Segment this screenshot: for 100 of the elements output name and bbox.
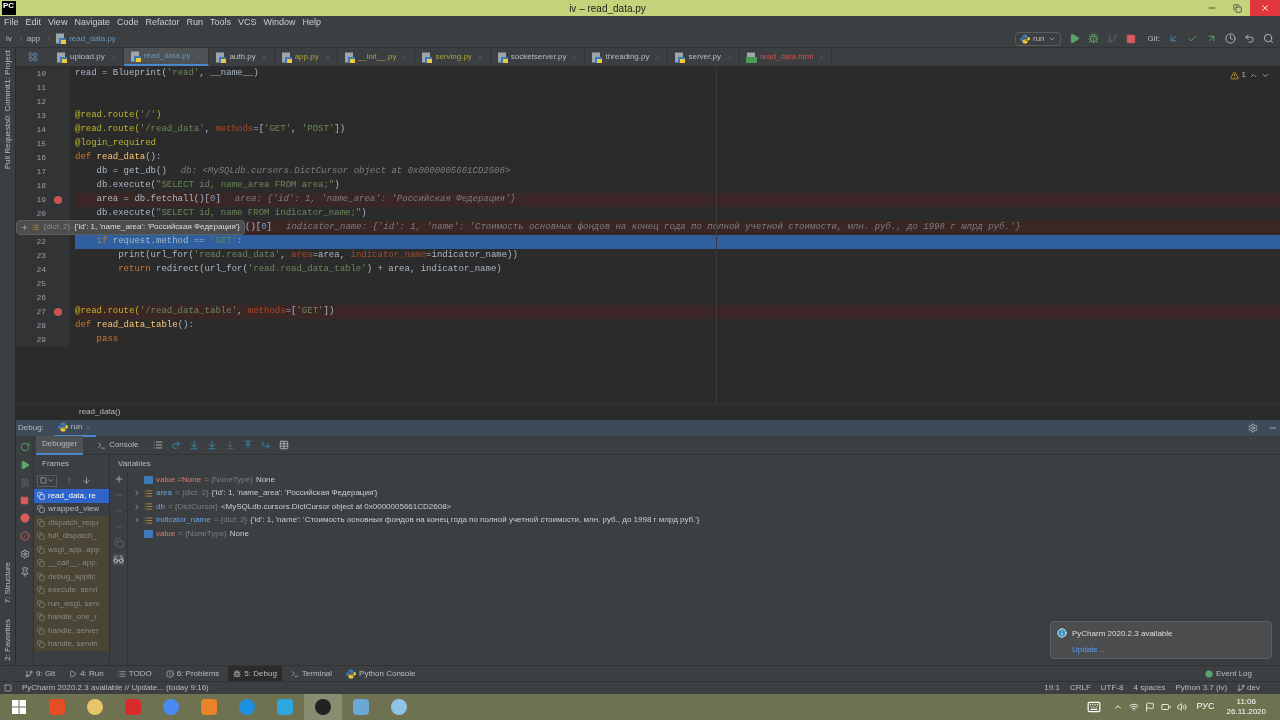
search-icon[interactable] <box>1263 33 1274 44</box>
tool-window-tab[interactable]: 7: Structure <box>1 561 14 604</box>
tool-window-button[interactable]: 9: Git <box>20 665 61 682</box>
network-icon[interactable] <box>1128 702 1139 712</box>
tool-window-button[interactable]: Python Console <box>341 665 421 682</box>
settings-icon[interactable] <box>1248 423 1258 433</box>
close-icon[interactable] <box>818 53 826 61</box>
flag-icon[interactable] <box>1144 702 1155 712</box>
close-icon[interactable] <box>571 53 579 61</box>
arrow-down-to-line-icon[interactable] <box>224 440 235 450</box>
menu-item[interactable]: VCS <box>238 16 257 30</box>
close-icon[interactable] <box>109 53 117 61</box>
close-icon[interactable] <box>654 53 662 61</box>
editor-breadcrumb[interactable]: read_data() <box>79 406 121 418</box>
settings-icon[interactable] <box>19 549 30 559</box>
stop-icon[interactable] <box>20 496 29 505</box>
menu-item[interactable]: Help <box>302 16 322 30</box>
plus-icon[interactable] <box>113 474 124 484</box>
keyboard-icon[interactable] <box>1086 700 1101 714</box>
clock-date[interactable]: 26.11.2020 <box>1226 707 1266 717</box>
tab-label[interactable]: server.py <box>688 51 721 63</box>
undo-icon[interactable] <box>1244 33 1255 44</box>
tool-window-button[interactable]: Terminal <box>285 665 338 682</box>
event-log-button[interactable]: Event Log <box>1204 667 1252 680</box>
status-item[interactable]: 4 spaces <box>1133 682 1166 694</box>
tab-list-icon[interactable] <box>28 52 38 62</box>
menu-item[interactable]: Edit <box>25 16 42 30</box>
plus-icon[interactable] <box>21 222 29 232</box>
tool-window-tab[interactable]: 2: Favorites <box>1 619 14 661</box>
close-button[interactable] <box>1250 0 1280 16</box>
copy-icon[interactable] <box>113 538 124 548</box>
restore-icon[interactable] <box>1233 3 1242 13</box>
mute-breakpoints-icon[interactable] <box>19 531 30 541</box>
menu-item[interactable]: Run <box>186 16 203 30</box>
rerun-icon[interactable] <box>19 442 30 452</box>
debugger-tab[interactable]: Console <box>91 435 145 455</box>
stop-icon[interactable] <box>1125 33 1136 44</box>
tab-label[interactable]: socketserver.py <box>510 51 567 63</box>
list-icon[interactable] <box>152 440 163 450</box>
clock-icon[interactable] <box>1225 33 1236 44</box>
close-icon[interactable] <box>323 53 331 61</box>
corner-arrow-icon[interactable] <box>260 440 271 450</box>
tab-label[interactable]: auth.py <box>229 51 256 63</box>
breadcrumb[interactable]: read_data.py <box>69 32 116 45</box>
play-icon[interactable] <box>1068 33 1080 44</box>
battery-icon[interactable] <box>1160 702 1171 712</box>
update-link[interactable]: Update... <box>1072 644 1173 656</box>
chevron-up-icon[interactable] <box>1112 702 1123 712</box>
status-item[interactable]: CRLF <box>1069 682 1091 694</box>
tool-window-button[interactable]: 5: Debug <box>228 665 282 682</box>
tool-window-tab[interactable]: Pull Requests <box>1 120 14 170</box>
arrow-down-icon[interactable] <box>82 476 91 485</box>
tab-label[interactable]: __init__.py <box>357 51 397 63</box>
breadcrumb[interactable]: iv <box>6 32 12 45</box>
menu-item[interactable]: Navigate <box>74 16 110 30</box>
close-icon[interactable] <box>476 53 484 61</box>
arrow-down-to-line-icon[interactable] <box>188 440 199 450</box>
pin-icon[interactable] <box>19 567 30 577</box>
close-icon[interactable] <box>85 423 93 431</box>
clock-time[interactable]: 11:06 <box>1236 697 1256 707</box>
tab-label[interactable]: threading.py <box>605 51 650 63</box>
status-item[interactable]: Python 3.7 (iv) <box>1175 682 1228 694</box>
stack-frame[interactable]: wrapped_view <box>34 502 109 516</box>
close-icon[interactable] <box>401 53 409 61</box>
tool-window-button[interactable]: 6: Problems <box>160 665 225 682</box>
tool-window-tab[interactable]: 1: Project <box>1 50 14 84</box>
breadcrumb[interactable]: app <box>26 32 41 45</box>
glasses-icon[interactable] <box>113 554 124 565</box>
close-icon[interactable] <box>725 53 733 61</box>
arrow-up-right-icon[interactable] <box>1206 33 1217 44</box>
windows-logo-icon[interactable] <box>12 700 26 714</box>
curved-arrow-icon[interactable] <box>170 440 181 450</box>
warning-icon[interactable] <box>1229 70 1239 80</box>
check-icon[interactable] <box>1187 33 1198 44</box>
speaker-icon[interactable] <box>1176 702 1187 712</box>
menu-item[interactable]: View <box>48 16 68 30</box>
run-config-dropdown[interactable]: run <box>1015 31 1061 46</box>
tab-label[interactable]: upload.py <box>70 51 105 63</box>
menu-item[interactable]: Refactor <box>145 16 180 30</box>
arrow-down-left-icon[interactable] <box>1168 33 1179 44</box>
pause-icon[interactable] <box>19 478 30 488</box>
thread-dropdown[interactable] <box>37 474 57 487</box>
tool-window-button[interactable]: TODO <box>112 665 157 682</box>
menu-item[interactable]: Tools <box>209 16 231 30</box>
app-icon[interactable] <box>304 694 342 720</box>
status-item[interactable]: 19:1 <box>1044 682 1060 694</box>
tool-window-button[interactable]: 4: Run <box>64 665 109 682</box>
resume-icon[interactable] <box>19 460 30 470</box>
close-icon[interactable] <box>260 53 268 61</box>
menu-item[interactable]: Code <box>116 16 139 30</box>
tab-label[interactable]: serving.py <box>435 51 472 63</box>
arrow-down-to-line-icon[interactable] <box>206 440 217 450</box>
tab-label[interactable]: app.py <box>294 51 319 63</box>
arrow-up-to-line-icon[interactable] <box>242 440 253 450</box>
status-item[interactable]: UTF-8 <box>1100 682 1124 694</box>
bug-icon[interactable] <box>1087 33 1099 44</box>
breakpoints-icon[interactable] <box>19 513 30 523</box>
table-icon[interactable] <box>278 440 289 450</box>
menu-item[interactable]: File <box>4 16 19 30</box>
menu-item[interactable]: Window <box>263 16 296 30</box>
